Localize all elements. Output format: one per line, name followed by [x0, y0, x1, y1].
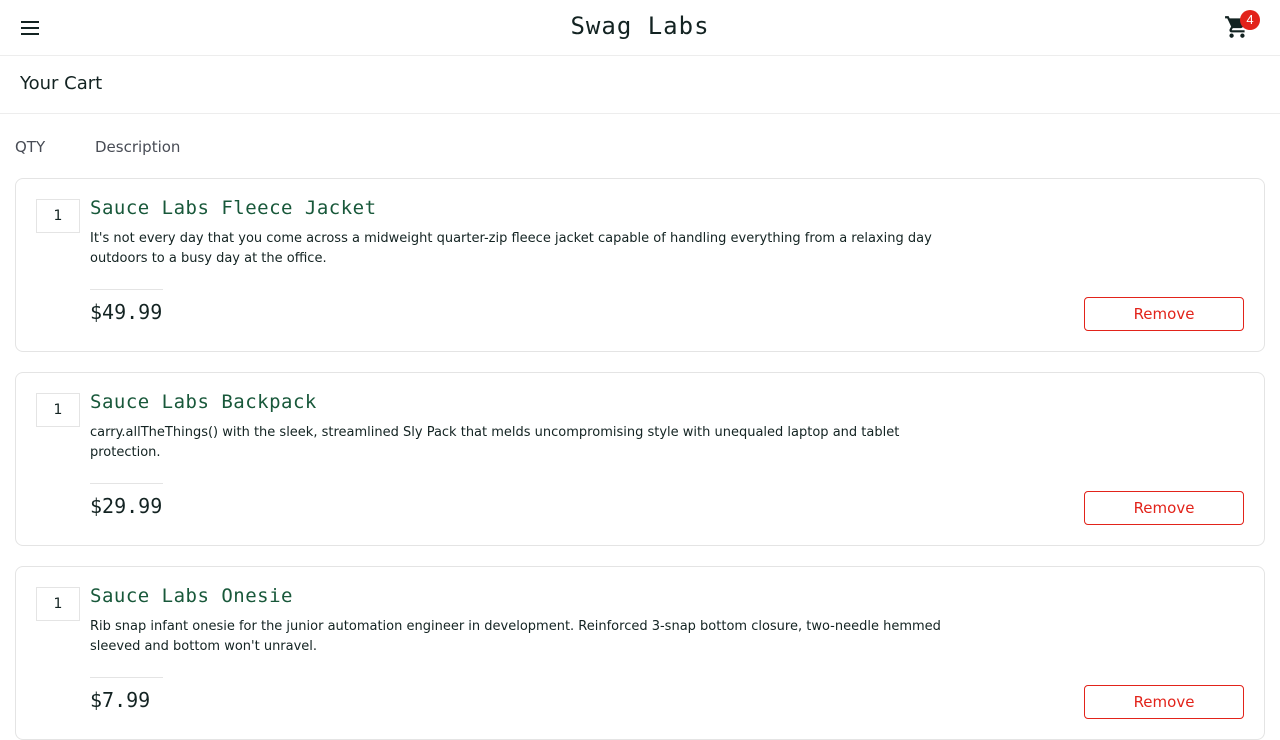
price-divider	[90, 677, 163, 678]
app-logo: Swag Labs	[570, 12, 710, 40]
item-name-link[interactable]: Sauce Labs Backpack	[90, 391, 317, 413]
item-name-link[interactable]: Sauce Labs Fleece Jacket	[90, 197, 377, 219]
remove-button[interactable]: Remove	[1084, 685, 1244, 719]
secondary-header: Your Cart	[0, 56, 1280, 114]
page-title: Your Cart	[20, 73, 103, 94]
item-description: It's not every day that you come across …	[90, 231, 932, 266]
price-divider	[90, 289, 163, 290]
item-quantity: 1	[36, 199, 80, 233]
item-quantity: 1	[36, 587, 80, 621]
remove-button[interactable]: Remove	[1084, 297, 1244, 331]
cart-item: 1 Sauce Labs Backpack carry.allTheThings…	[15, 372, 1265, 546]
item-description: Rib snap infant onesie for the junior au…	[90, 619, 941, 654]
item-price: $7.99	[90, 688, 151, 712]
price-divider	[90, 483, 163, 484]
item-quantity: 1	[36, 393, 80, 427]
item-description: carry.allTheThings() with the sleek, str…	[90, 425, 900, 460]
cart-badge: 4	[1240, 10, 1260, 30]
cart-item: 1 Sauce Labs Fleece Jacket It's not ever…	[15, 178, 1265, 352]
primary-header: Swag Labs 4	[0, 0, 1280, 56]
cart-item: 1 Sauce Labs Onesie Rib snap infant ones…	[15, 566, 1265, 740]
description-column-label: Description	[95, 138, 181, 156]
item-name-link[interactable]: Sauce Labs Onesie	[90, 585, 293, 607]
item-price: $49.99	[90, 300, 163, 324]
item-price: $29.99	[90, 494, 163, 518]
qty-column-label: QTY	[15, 138, 46, 156]
remove-button[interactable]: Remove	[1084, 491, 1244, 525]
